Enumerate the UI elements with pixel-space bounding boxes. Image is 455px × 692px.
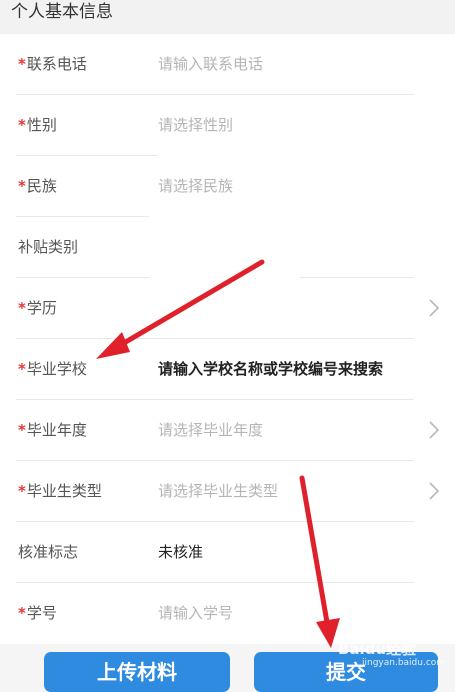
section-header: 个人基本信息	[0, 0, 455, 34]
school-label: *毕业学校	[18, 360, 87, 378]
required-mark: *	[18, 116, 26, 134]
required-mark: *	[18, 299, 26, 317]
ethnicity-select[interactable]: 请选择民族	[158, 156, 233, 217]
approval-row: 核准标志 未核准	[0, 522, 455, 583]
gender-row[interactable]: *性别 请选择性别	[0, 95, 455, 156]
subsidy-row[interactable]: 补贴类别	[0, 217, 455, 278]
required-mark: *	[18, 177, 26, 195]
chevron-right-icon	[429, 482, 440, 500]
phone-label: *联系电话	[18, 55, 87, 73]
subsidy-label: 补贴类别	[18, 238, 79, 256]
school-search-input[interactable]: 请输入学校名称或学校编号来搜索	[158, 339, 383, 400]
upload-materials-button[interactable]: 上传材料	[44, 652, 230, 692]
chevron-right-icon	[429, 299, 440, 317]
gender-label: *性别	[18, 116, 57, 134]
watermark-brand: Baidu经验	[338, 640, 417, 658]
ethnicity-row[interactable]: *民族 请选择民族	[0, 156, 455, 217]
school-row[interactable]: *毕业学校 请输入学校名称或学校编号来搜索	[0, 339, 455, 400]
baidu-watermark: Baidu经验 jingyan.baidu.com	[338, 638, 453, 678]
grad-type-row[interactable]: *毕业生类型 请选择毕业生类型	[0, 461, 455, 522]
approval-label: 核准标志	[18, 543, 79, 561]
chevron-right-icon	[429, 421, 440, 439]
gender-select[interactable]: 请选择性别	[158, 95, 233, 156]
required-mark: *	[18, 604, 26, 622]
student-id-input[interactable]: 请输入学号	[158, 583, 233, 644]
required-mark: *	[18, 360, 26, 378]
personal-info-form: *联系电话 请输入联系电话 *性别 请选择性别 *民族 请选择民族 补贴类别 *…	[0, 34, 455, 644]
required-mark: *	[18, 482, 26, 500]
phone-input[interactable]: 请输入联系电话	[158, 34, 263, 95]
grad-year-select[interactable]: 请选择毕业年度	[158, 400, 263, 461]
education-row[interactable]: *学历	[0, 278, 455, 339]
approval-status: 未核准	[158, 543, 204, 561]
required-mark: *	[18, 55, 26, 73]
education-label: *学历	[18, 299, 57, 317]
grad-type-select[interactable]: 请选择毕业生类型	[158, 461, 278, 522]
section-title: 个人基本信息	[11, 2, 113, 22]
student-id-row[interactable]: *学号 请输入学号	[0, 583, 455, 644]
phone-row[interactable]: *联系电话 请输入联系电话	[0, 34, 455, 95]
grad-year-row[interactable]: *毕业年度 请选择毕业年度	[0, 400, 455, 461]
student-id-label: *学号	[18, 604, 57, 622]
required-mark: *	[18, 421, 26, 439]
ethnicity-label: *民族	[18, 177, 57, 195]
grad-year-label: *毕业年度	[18, 421, 87, 439]
watermark-url: jingyan.baidu.com	[362, 658, 446, 668]
grad-type-label: *毕业生类型	[18, 482, 102, 500]
